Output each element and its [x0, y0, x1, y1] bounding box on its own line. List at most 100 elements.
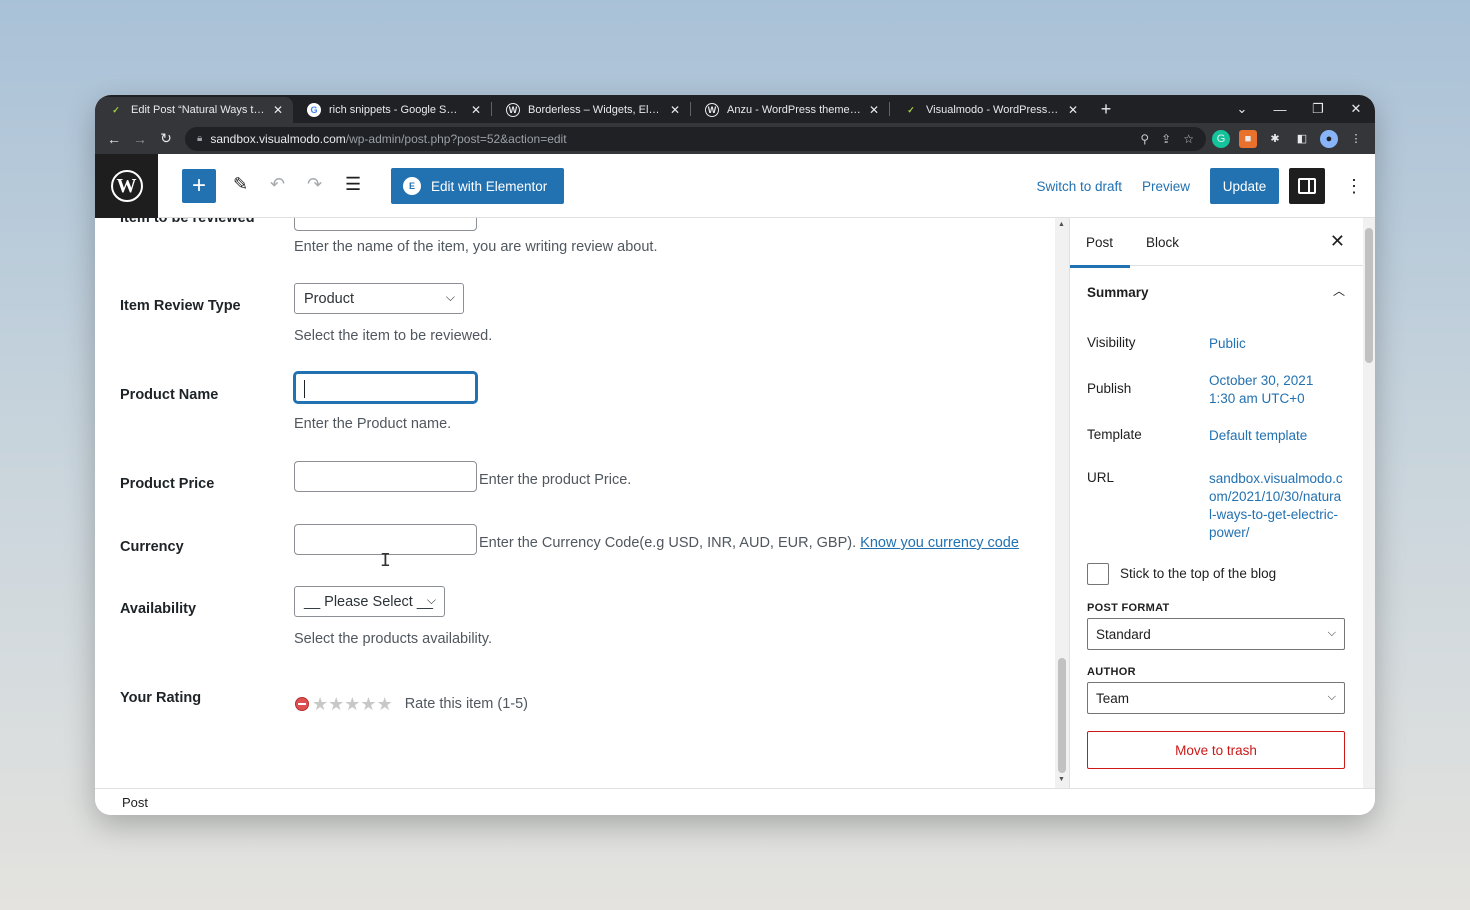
close-icon[interactable]: ✕: [1330, 231, 1345, 252]
post-format-label: POST FORMAT: [1087, 602, 1170, 614]
close-tab-icon[interactable]: ✕: [469, 103, 483, 117]
pencil-tools-icon[interactable]: ✎: [233, 174, 248, 195]
your-rating-label: Your Rating: [120, 690, 202, 706]
review-type-label: Item Review Type: [120, 298, 241, 314]
summary-panel-title[interactable]: Summary: [1087, 285, 1149, 300]
currency-help-text: Enter the Currency Code(e.g USD, INR, AU…: [479, 535, 857, 551]
star-icon[interactable]: ★: [312, 695, 328, 713]
close-tab-icon[interactable]: ✕: [271, 103, 285, 117]
browser-tab-visualmodo[interactable]: ✓ Visualmodo - WordPress Themes ✕: [890, 97, 1088, 123]
wordpress-logo[interactable]: W: [95, 154, 158, 218]
settings-sidebar-toggle[interactable]: [1289, 168, 1325, 204]
preview-button[interactable]: Preview: [1142, 179, 1190, 194]
puzzle-icon[interactable]: ✱: [1266, 130, 1284, 148]
editor-scrollbar[interactable]: ▲ ▼: [1055, 218, 1069, 788]
undo-icon[interactable]: ↶: [270, 174, 285, 195]
sidebar-tabs: Post Block ✕: [1070, 218, 1375, 268]
tab-block[interactable]: Block: [1146, 235, 1179, 250]
extension-orange-icon[interactable]: ■: [1239, 129, 1257, 148]
update-button[interactable]: Update: [1210, 168, 1279, 204]
star-icon[interactable]: ★: [344, 695, 360, 713]
bookmark-star-icon[interactable]: ☆: [1183, 132, 1194, 146]
post-format-select[interactable]: Standard ⌵: [1087, 618, 1345, 650]
browser-tab-google[interactable]: G rich snippets - Google Search ✕: [293, 97, 491, 123]
review-type-help: Select the item to be reviewed.: [294, 328, 493, 344]
browser-tab-borderless[interactable]: W Borderless – Widgets, Elements, ✕: [492, 97, 690, 123]
review-type-value: Product: [304, 290, 354, 307]
publish-time: 1:30 am UTC+0: [1209, 391, 1305, 406]
scroll-up-icon[interactable]: ▲: [1058, 221, 1065, 228]
edit-with-elementor-button[interactable]: E Edit with Elementor: [391, 168, 564, 204]
profile-avatar[interactable]: ●: [1320, 129, 1338, 148]
publish-date: October 30, 2021: [1209, 373, 1314, 388]
close-tab-icon[interactable]: ✕: [1066, 103, 1080, 117]
close-tab-icon[interactable]: ✕: [867, 103, 881, 117]
template-label: Template: [1087, 427, 1142, 442]
settings-sidebar: Post Block ✕ Summary ︿ Visibility Public…: [1069, 218, 1375, 788]
item-reviewed-input[interactable]: [294, 218, 477, 231]
zoom-icon[interactable]: ⚲: [1140, 132, 1149, 146]
url-value[interactable]: sandbox.visualmodo.com/2021/10/30/natura…: [1209, 470, 1344, 542]
elementor-icon: E: [403, 177, 421, 195]
side-panel-icon[interactable]: ◧: [1293, 130, 1311, 148]
url-bar[interactable]: 🔒︎ sandbox.visualmodo.com /wp-admin/post…: [185, 126, 1206, 151]
visibility-label: Visibility: [1087, 335, 1136, 350]
publish-value[interactable]: October 30, 2021 1:30 am UTC+0: [1209, 372, 1344, 408]
star-icon[interactable]: ★: [360, 695, 376, 713]
cancel-rating-icon[interactable]: [295, 697, 309, 711]
sticky-checkbox[interactable]: [1087, 563, 1109, 585]
scrollbar-thumb[interactable]: [1058, 658, 1066, 773]
omnibox-actions: ⚲ ⇪ ☆: [1140, 132, 1194, 146]
tab-strip: ✓ Edit Post “Natural Ways to Get El ✕ G …: [95, 95, 1375, 123]
star-icon[interactable]: ★: [328, 695, 344, 713]
availability-select[interactable]: __ Please Select __ ⌵: [294, 586, 445, 617]
chevron-up-icon[interactable]: ︿: [1333, 282, 1345, 299]
chrome-menu-icon[interactable]: ⋮: [1347, 130, 1365, 148]
share-icon[interactable]: ⇪: [1161, 132, 1171, 146]
currency-label: Currency: [120, 539, 184, 555]
redo-icon[interactable]: ↷: [307, 174, 322, 195]
product-price-input[interactable]: [294, 461, 477, 492]
url-host: sandbox.visualmodo.com: [210, 131, 346, 146]
sticky-label[interactable]: Stick to the top of the blog: [1120, 566, 1276, 581]
close-window-icon[interactable]: ✕: [1337, 101, 1375, 117]
tab-post[interactable]: Post: [1070, 235, 1131, 268]
move-to-trash-button[interactable]: Move to trash: [1087, 731, 1345, 769]
tab-title: Anzu - WordPress theme | WordP: [727, 104, 861, 116]
options-menu-icon[interactable]: ⋮: [1337, 176, 1371, 197]
product-name-input[interactable]: [294, 372, 477, 403]
browser-tab-edit-post[interactable]: ✓ Edit Post “Natural Ways to Get El ✕: [95, 97, 293, 123]
tab-title: rich snippets - Google Search: [329, 104, 463, 116]
visibility-value[interactable]: Public: [1209, 335, 1344, 353]
product-name-help: Enter the Product name.: [294, 416, 452, 432]
new-tab-button[interactable]: +: [1092, 99, 1120, 120]
scrollbar-thumb[interactable]: [1365, 228, 1373, 363]
back-icon[interactable]: ←: [101, 131, 127, 147]
forward-icon[interactable]: →: [127, 131, 153, 147]
review-type-select[interactable]: Product ⌵: [294, 283, 464, 314]
close-tab-icon[interactable]: ✕: [668, 103, 682, 117]
wordpress-icon: W: [506, 103, 520, 117]
browser-tab-anzu[interactable]: W Anzu - WordPress theme | WordP ✕: [691, 97, 889, 123]
restore-icon[interactable]: ❐: [1299, 101, 1337, 117]
block-breadcrumb-bar: Post: [95, 788, 1375, 815]
minimize-icon[interactable]: —: [1261, 102, 1299, 117]
switch-to-draft-button[interactable]: Switch to draft: [1036, 179, 1122, 194]
document-overview-icon[interactable]: ☰: [345, 174, 361, 195]
reload-icon[interactable]: ↻: [153, 130, 179, 147]
breadcrumb-post[interactable]: Post: [122, 795, 148, 810]
star-icon[interactable]: ★: [377, 695, 393, 713]
availability-label: Availability: [120, 601, 197, 617]
lock-icon[interactable]: 🔒︎: [197, 133, 202, 144]
grammarly-icon[interactable]: G: [1212, 129, 1230, 148]
author-select[interactable]: Team ⌵: [1087, 682, 1345, 714]
tab-search-icon[interactable]: ⌄: [1223, 101, 1261, 117]
sidebar-scrollbar[interactable]: [1363, 218, 1375, 788]
google-icon: G: [307, 103, 321, 117]
currency-code-link[interactable]: Know you currency code: [860, 535, 1019, 551]
visualmodo-icon: ✓: [907, 104, 915, 115]
scroll-down-icon[interactable]: ▼: [1058, 776, 1065, 783]
publish-label: Publish: [1087, 381, 1132, 396]
template-value[interactable]: Default template: [1209, 427, 1344, 445]
add-block-button[interactable]: +: [182, 169, 216, 203]
